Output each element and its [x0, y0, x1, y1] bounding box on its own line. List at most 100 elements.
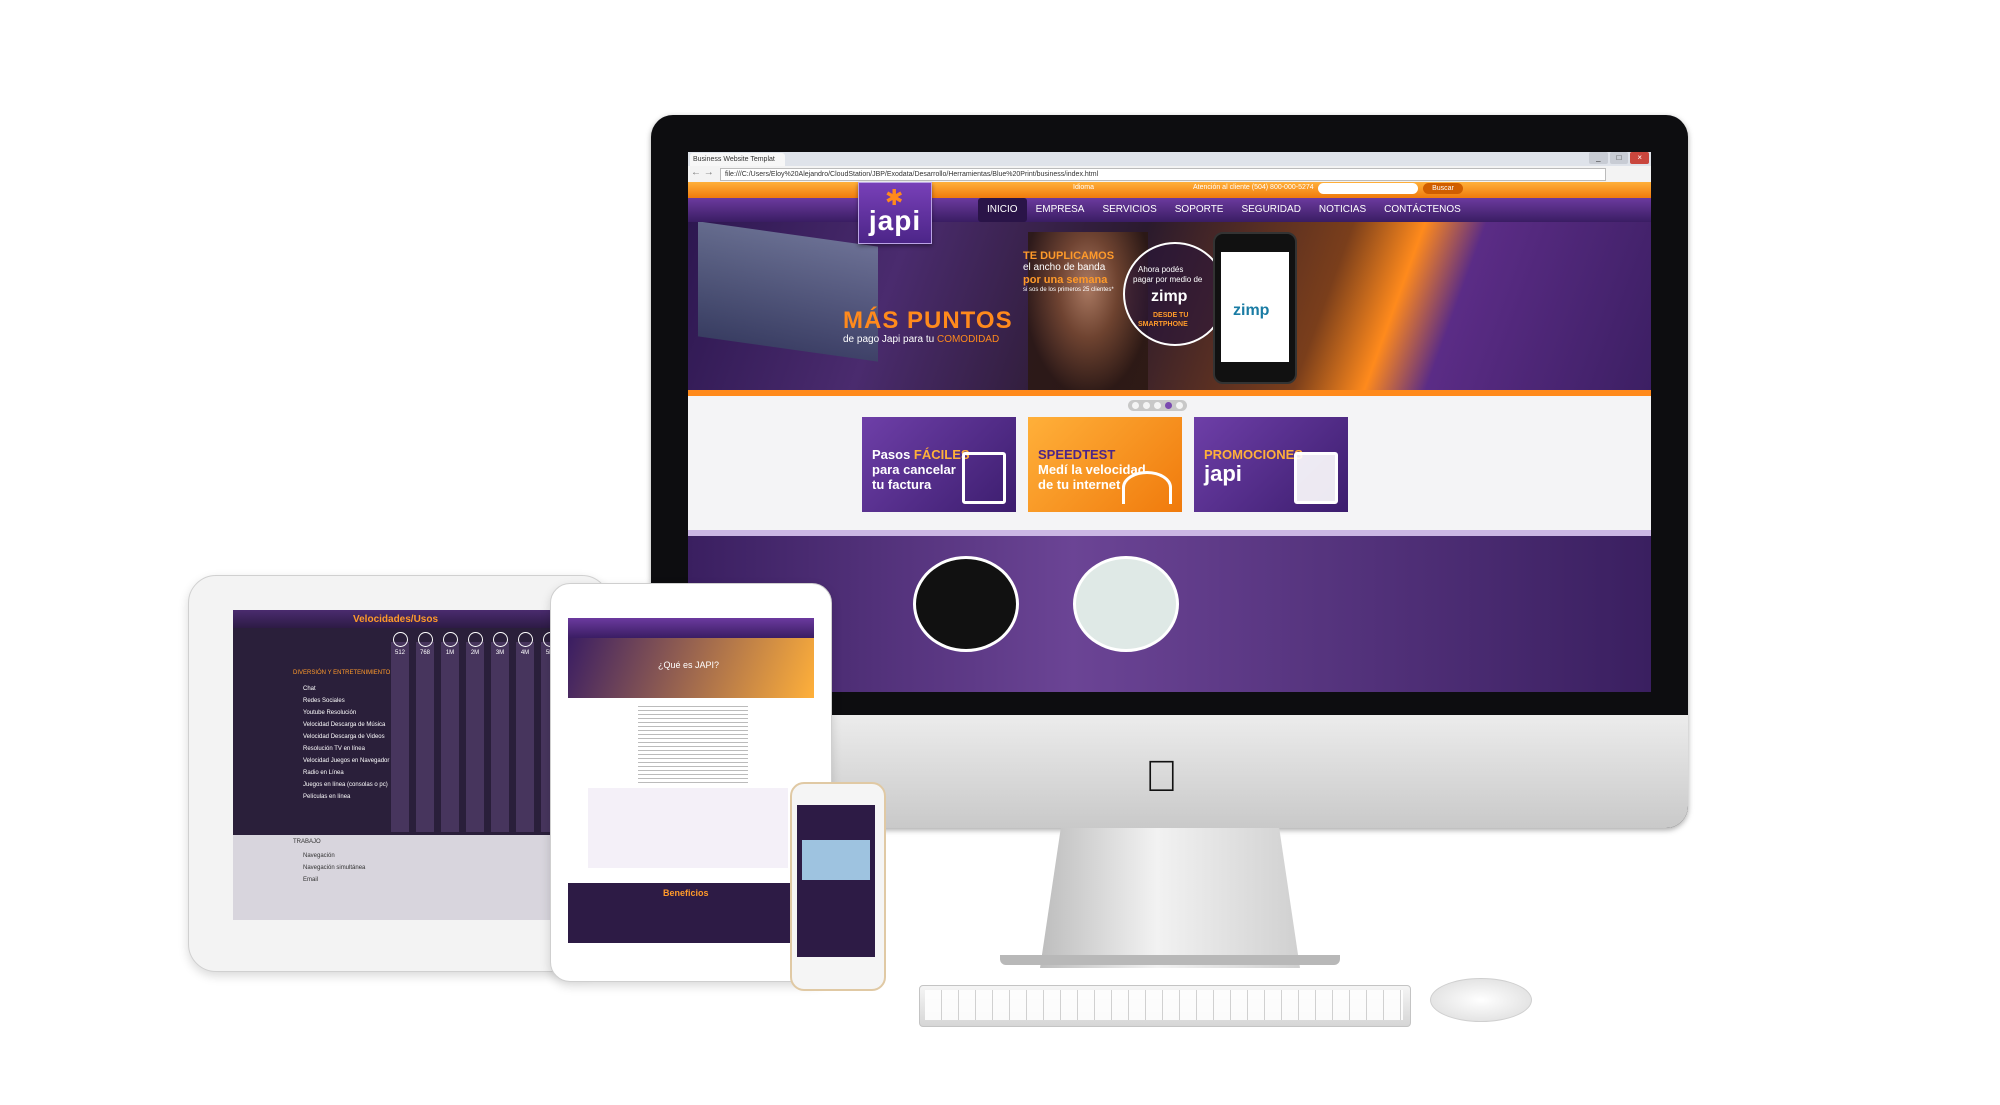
nav-contactenos[interactable]: CONTÁCTENOS: [1375, 198, 1470, 222]
logo-text: japi: [868, 205, 922, 236]
slider-dot-5[interactable]: [1176, 402, 1183, 409]
slider-dot-3[interactable]: [1154, 402, 1161, 409]
nav-items: INICIO EMPRESA SERVICIOS SOPORTE SEGURID…: [978, 198, 1470, 222]
trabajo-section: TRABAJO Navegación Navegación simultánea…: [233, 835, 568, 920]
search-button[interactable]: Buscar: [1423, 183, 1463, 194]
speed-column: 3M: [491, 632, 509, 832]
hero-title: MÁS PUNTOS: [843, 307, 1013, 334]
nav-soporte[interactable]: SOPORTE: [1166, 198, 1233, 222]
nav-seguridad[interactable]: SEGURIDAD: [1232, 198, 1309, 222]
usage-row: Velocidad Juegos en Navegador: [303, 758, 390, 764]
usage-rows: Chat Redes Sociales Youtube Resolución V…: [303, 685, 389, 801]
work-rows: Navegación Navegación simultánea Email: [303, 853, 365, 883]
speed-column-label: 4M: [520, 650, 530, 656]
hero-subtitle-highlight: COMODIDAD: [936, 334, 1000, 345]
japi-logo[interactable]: ✱ japi: [858, 182, 932, 244]
nav-servicios[interactable]: SERVICIOS: [1093, 198, 1165, 222]
speed-column-label: 1M: [445, 650, 455, 656]
nav-inicio[interactable]: INICIO: [978, 198, 1027, 222]
promo1-line2: para cancelar: [872, 462, 956, 477]
promo1-line1: Pasos FÁCILES: [872, 447, 970, 462]
imac-stand: [1040, 828, 1300, 968]
tablet-portrait-text-block: [638, 703, 748, 783]
usage-row: Juegos en línea (consolas o pc): [303, 782, 388, 788]
router-black-image: [913, 556, 1019, 652]
invoice-icon: [962, 452, 1006, 504]
hero-bottom-bar: [688, 390, 1651, 396]
work-row: Navegación: [303, 853, 335, 859]
zimp-circle-brand: zimp: [1151, 288, 1188, 305]
hero-dup-line2: el ancho de banda: [1023, 262, 1106, 273]
hero-dup-footnote: si sos de los primeros 25 clientes*: [1023, 287, 1114, 293]
usage-row: Youtube Resolución: [303, 710, 357, 716]
maximize-button[interactable]: □: [1609, 152, 1629, 164]
iphone-screen: [797, 805, 875, 957]
slider-dots: [1128, 400, 1187, 411]
speed-column: 768: [416, 632, 434, 832]
magic-mouse: [1430, 978, 1532, 1022]
iphone-map: [802, 840, 870, 880]
promo2-line3: de tu internet: [1038, 477, 1121, 492]
speed-column: 1M: [441, 632, 459, 832]
customer-service-phone: Atención al cliente (504) 800-000-5274: [1193, 184, 1314, 191]
hero-dup-line3: por una semana: [1023, 274, 1108, 286]
promo1-line3: tu factura: [872, 477, 932, 492]
usage-row: Películas en línea: [303, 794, 351, 800]
imac-screen: Business Website Templat _ □ × ← → file:…: [688, 152, 1651, 692]
clock-icon: [443, 632, 458, 647]
clock-icon: [468, 632, 483, 647]
gift-icon: [1294, 452, 1338, 504]
speed-column: 512: [391, 632, 409, 832]
close-button[interactable]: ×: [1630, 152, 1650, 164]
promo-pasos-faciles[interactable]: Pasos FÁCILES para cancelar tu factura: [862, 417, 1016, 512]
products-section: [688, 536, 1651, 692]
hero-smartphone-image: zimp: [1213, 232, 1297, 384]
usage-row: Chat: [303, 686, 316, 692]
clock-icon: [493, 632, 508, 647]
hero-slider[interactable]: MÁS PUNTOS de pago Japi para tu COMODIDA…: [688, 222, 1651, 390]
nav-empresa[interactable]: EMPRESA: [1027, 198, 1094, 222]
language-selector[interactable]: Idioma: [1073, 184, 1094, 191]
slider-dot-2[interactable]: [1143, 402, 1150, 409]
keyboard-keys: [925, 990, 1403, 1020]
promo2-line1: SPEEDTEST: [1038, 447, 1116, 462]
search-input[interactable]: [1318, 183, 1418, 194]
tablet-portrait-nav: [568, 618, 814, 638]
clock-icon: [418, 632, 433, 647]
back-forward-icon[interactable]: ← →: [691, 167, 714, 178]
speed-column-label: 768: [419, 650, 430, 656]
velocidades-title: Velocidades/Usos: [353, 614, 439, 625]
apple-logo-icon: : [1145, 752, 1178, 802]
promo-speedtest[interactable]: SPEEDTEST Medí la velocidad de tu intern…: [1028, 417, 1182, 512]
tablet-landscape-screen: Velocidades/Usos DIVERSIÓN Y ENTRETENIMI…: [233, 610, 568, 920]
smartphone-screen: zimp: [1221, 252, 1289, 362]
work-row: Navegación simultánea: [303, 865, 366, 871]
url-field[interactable]: file:///C:/Users/Eloy%20Alejandro/CloudS…: [720, 168, 1606, 181]
nav-noticias[interactable]: NOTICIAS: [1310, 198, 1375, 222]
speed-column-label: 3M: [495, 650, 505, 656]
beneficios-section: Beneficios: [568, 883, 814, 943]
router-white-image: [1073, 556, 1179, 652]
browser-tab[interactable]: Business Website Templat: [690, 153, 785, 166]
hero-subtitle-text: de pago Japi para tu: [843, 334, 937, 345]
speedometer-icon: [1122, 471, 1172, 504]
minimize-button[interactable]: _: [1589, 152, 1608, 164]
promo3-line1: PROMOCIONES: [1204, 447, 1303, 462]
promo3-line2: japi: [1204, 461, 1242, 486]
tablet-portrait-illustration: [588, 788, 788, 868]
promo-promociones[interactable]: PROMOCIONES japi: [1194, 417, 1348, 512]
site-top-strip: Idioma Atención al cliente (504) 800-000…: [688, 182, 1651, 198]
usage-row: Redes Sociales: [303, 698, 345, 704]
slider-dot-1[interactable]: [1132, 402, 1139, 409]
window-controls: _ □ ×: [1589, 152, 1650, 164]
tablet-portrait-screen: ¿Qué es JAPI? Beneficios: [568, 618, 814, 943]
hero-dup-line1: TE DUPLICAMOS: [1023, 250, 1115, 262]
usage-row: Velocidad Descarga de Videos: [303, 734, 385, 740]
clock-icon: [393, 632, 408, 647]
speed-columns: 512 768 1M 2M 3M 4M 5M: [391, 632, 566, 832]
browser-address-bar: ← → file:///C:/Users/Eloy%20Alejandro/Cl…: [688, 166, 1651, 183]
main-nav: INICIO EMPRESA SERVICIOS SOPORTE SEGURID…: [688, 198, 1651, 222]
slider-dot-4[interactable]: [1165, 402, 1172, 409]
usage-row: Resolución TV en línea: [303, 746, 365, 752]
zimp-circle-line2: pagar por medio de: [1133, 275, 1203, 284]
